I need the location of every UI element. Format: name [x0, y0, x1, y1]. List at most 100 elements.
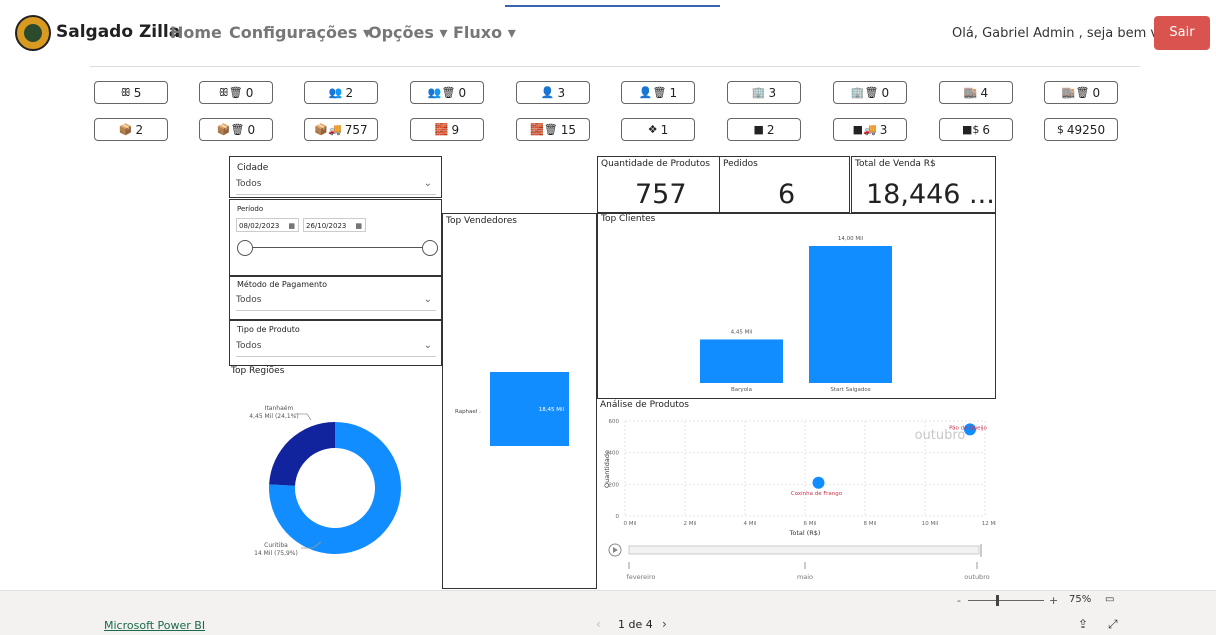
kpi-tile[interactable]: ꕥ🗑 0	[199, 81, 273, 104]
tipo-dropdown[interactable]: Todos ⌄	[236, 340, 436, 357]
metodo-dropdown[interactable]: Todos ⌄	[236, 294, 436, 311]
kpi-tile[interactable]: 🧱🗑 15	[516, 118, 590, 141]
kpi-tile[interactable]: 🏬 4	[939, 81, 1013, 104]
chart-top-vendedores: Top Vendedores 18,45 Mil Raphael .	[442, 213, 597, 589]
donut-chart: Curitiba14 Mil (75,9%) Itanhaém4,45 Mil (…	[249, 405, 401, 557]
filter-cidade: Cidade Todos ⌄	[229, 156, 442, 198]
next-page-icon[interactable]: ›	[662, 617, 667, 631]
date-slider-track[interactable]	[244, 247, 430, 248]
date-end-value: 26/10/2023	[306, 222, 347, 230]
x-tick-label: 2 Mil	[683, 521, 697, 527]
users-icon: ꕥ	[120, 85, 131, 99]
point-label: Coxinha de Frango	[791, 491, 843, 497]
kpi-value: 3	[557, 85, 566, 100]
nav-configuracoes[interactable]: Configurações ▾	[229, 23, 371, 42]
kpi-tile[interactable]: 🏢 3	[727, 81, 801, 104]
cidade-dropdown-value: Todos	[236, 179, 262, 189]
filter-periodo: Período 08/02/2023 ▦ 26/10/2023 ▦	[229, 199, 442, 276]
slice-value: 14 Mil (75,9%)	[254, 550, 298, 557]
logout-button[interactable]: Sair	[1154, 16, 1210, 50]
kpi-tile[interactable]: 👤🗑 1	[621, 81, 695, 104]
kpi-value: 1	[669, 85, 678, 100]
kpi-tile[interactable]: 👥 2	[304, 81, 378, 104]
fit-page-icon[interactable]: ▭	[1105, 594, 1114, 605]
bar-category-label: Raphael .	[455, 409, 481, 415]
kpi-tile[interactable]: 🏬🗑 0	[1044, 81, 1118, 104]
chart-analise-produtos: Análise de Produtos 0 200 400 600 0 Mil 2 Mil…	[597, 399, 996, 590]
dropbox-icon: ❖	[647, 123, 658, 136]
play-axis-track[interactable]	[628, 545, 980, 555]
bar	[809, 246, 892, 383]
kpi-tile[interactable]: 👥🗑 0	[410, 81, 484, 104]
cidade-dropdown[interactable]: Todos ⌄	[236, 178, 436, 195]
powerbi-link[interactable]: Microsoft Power BI	[104, 619, 205, 632]
kpi-tile[interactable]: ꕥ5	[94, 81, 168, 104]
progress-line	[505, 5, 720, 7]
kpi-tile[interactable]: 📦 2	[94, 118, 168, 141]
chevron-down-icon: ⌄	[423, 178, 432, 189]
kpi-tile[interactable]: 🧱 9	[410, 118, 484, 141]
dollar-icon: $	[1056, 123, 1064, 136]
building-trash-icon: 🏢🗑	[850, 86, 879, 99]
kpi-value: 2	[345, 85, 354, 100]
kpi-tile[interactable]: ■ 2	[727, 118, 801, 141]
date-start-value: 08/02/2023	[239, 222, 280, 230]
point-label: Pão de Queijo	[949, 425, 987, 431]
box-trash-icon: 📦🗑	[216, 123, 245, 136]
user-icon: 👤	[540, 86, 555, 99]
kpi-value: 3	[879, 122, 888, 137]
kpi-tile[interactable]: 👤 3	[516, 81, 590, 104]
kpi-tile[interactable]: ■$ 6	[939, 118, 1013, 141]
zoom-out-button[interactable]: -	[957, 594, 961, 607]
brand-name[interactable]: Salgado Zilla	[56, 22, 180, 42]
kpi-tile[interactable]: ■🚚 3	[833, 118, 907, 141]
date-end-input[interactable]: 26/10/2023 ▦	[303, 218, 366, 232]
cube-icon: ■	[753, 123, 764, 136]
x-axis-label: Total (R$)	[789, 529, 821, 537]
filter-tipo: Tipo de Produto Todos ⌄	[229, 320, 442, 366]
nav-fluxo[interactable]: Fluxo ▾	[453, 23, 516, 42]
chevron-down-icon: ⌄	[423, 340, 432, 351]
kpi-value: 5	[133, 85, 142, 100]
scatter-chart: 02004006000 Mil 2 Mil 4 Mil 6 Mil 8 Mil 10 Mi…	[603, 419, 996, 581]
x-tick-label: 8 Mil	[863, 521, 877, 527]
kpi-tile[interactable]: 📦🚚 757	[304, 118, 378, 141]
nav-home[interactable]: Home	[170, 23, 222, 42]
kpi-value: 3	[768, 85, 777, 100]
zoom-handle[interactable]	[996, 595, 999, 606]
filter-metodo: Método de Pagamento Todos ⌄	[229, 276, 442, 320]
box-icon: 📦	[118, 123, 133, 136]
user-trash-icon: 👤🗑	[638, 86, 667, 99]
kpi-value: 0	[458, 85, 467, 100]
tipo-dropdown-value: Todos	[236, 341, 262, 351]
card-quantidade-value: 757	[635, 179, 687, 210]
kpi-tile[interactable]: 📦🗑 0	[199, 118, 273, 141]
divider	[90, 66, 1140, 67]
kpi-value: 49250	[1066, 122, 1106, 137]
chart-top-clientes: Top Clientes 4,45 Mil Baryola 14,00 Mil Sta…	[597, 213, 996, 399]
logo-icon[interactable]	[15, 15, 51, 51]
kpi-tile[interactable]: ❖ 1	[621, 118, 695, 141]
scatter-point	[812, 476, 825, 489]
kpi-tile[interactable]: 🏢🗑 0	[833, 81, 907, 104]
kpi-tile[interactable]: $49250	[1044, 118, 1118, 141]
bar-data-label: 18,45 Mil	[539, 407, 565, 413]
donut-slice	[269, 422, 335, 486]
share-icon[interactable]: ⇪	[1078, 617, 1088, 631]
bar-category-label: Start Salgados	[830, 387, 870, 393]
slider-handle-end[interactable]	[422, 240, 438, 256]
fullscreen-icon[interactable]: ⤢	[1108, 617, 1118, 632]
zoom-slider[interactable]	[968, 600, 1044, 601]
truck-icon: 📦🚚	[314, 123, 342, 136]
kpi-value: 9	[451, 122, 460, 137]
filter-metodo-label: Método de Pagamento	[237, 280, 328, 289]
nav-opcoes[interactable]: Opções ▾	[368, 23, 448, 42]
date-start-input[interactable]: 08/02/2023 ▦	[236, 218, 299, 232]
zoom-in-button[interactable]: +	[1049, 594, 1058, 607]
prev-page-icon[interactable]: ‹	[596, 617, 601, 631]
cube-truck-icon: ■🚚	[852, 123, 877, 136]
play-axis-label: outubro	[964, 573, 989, 581]
group-icon: 👥	[328, 86, 343, 99]
slider-handle-start[interactable]	[237, 240, 253, 256]
bar-chart-vendedores: 18,45 Mil Raphael .	[455, 372, 569, 446]
